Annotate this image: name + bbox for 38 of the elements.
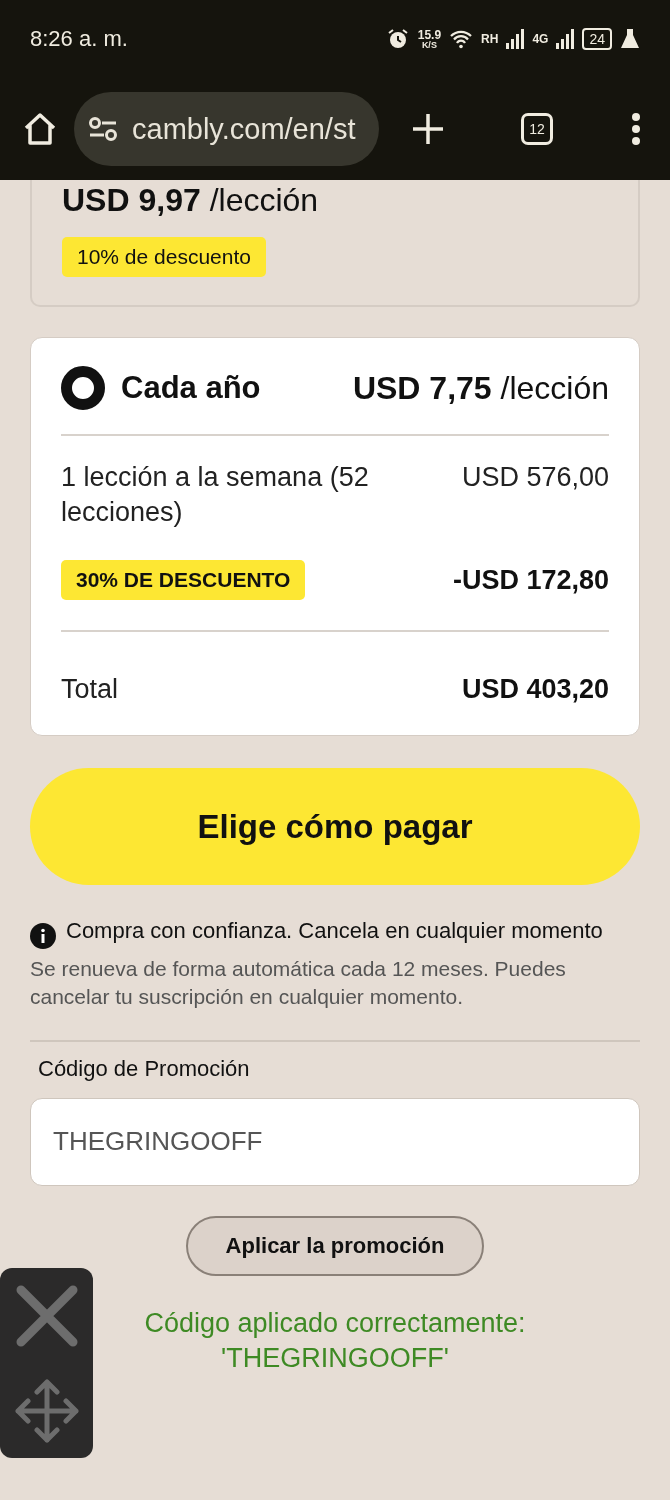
total-value: USD 403,20 — [461, 674, 609, 706]
signal-icon — [506, 29, 525, 49]
plan-price: USD 7,75 /lección — [352, 369, 609, 407]
address-bar[interactable]: cambly.com/en/st — [74, 92, 379, 166]
radio-button[interactable] — [61, 366, 105, 410]
url-text: cambly.com/en/st — [132, 112, 356, 146]
network-speed: 15.9 — [417, 28, 442, 41]
discount-badge: 30% DE DESCUENTO — [61, 560, 306, 601]
promo-code-field[interactable]: THEGRINGOOFF — [30, 1097, 640, 1186]
close-icon[interactable] — [14, 1283, 79, 1348]
network-label: 4G — [532, 33, 549, 45]
battery-level: 24 — [582, 28, 612, 50]
line-item-value: USD 576,00 — [461, 461, 609, 494]
speed-unit: K/S — [421, 40, 437, 50]
line-item-label: 1 lección a la semana (52 lecciones) — [61, 461, 370, 530]
confidence-text: Compra con confianza. Cancela en cualquier momento — [66, 917, 603, 945]
info-icon — [30, 923, 56, 950]
move-icon[interactable] — [14, 1378, 79, 1443]
total-label: Total — [61, 673, 119, 707]
discount-badge: 10% de descuento — [62, 237, 266, 277]
wifi-icon — [449, 29, 474, 49]
success-message: Código aplicado correctamente: 'THEGRINGOOFF' — [143, 1306, 527, 1375]
network-label: RH — [481, 33, 499, 45]
tab-count[interactable]: 12 — [521, 113, 553, 145]
plan-name: Cada año — [121, 370, 261, 406]
status-time: 8:26 a. m. — [30, 26, 128, 52]
discount-value: -USD 172,80 — [452, 564, 609, 596]
signal-icon — [556, 29, 575, 49]
new-tab-icon[interactable] — [411, 112, 445, 146]
promo-label: Código de Promoción — [37, 1055, 251, 1082]
site-settings-icon — [88, 116, 118, 142]
flask-icon — [620, 28, 640, 50]
home-icon[interactable] — [22, 111, 58, 147]
pay-button[interactable]: Elige cómo pagar — [30, 768, 640, 886]
plan-price: USD 9,97 /lección — [62, 182, 320, 219]
menu-icon[interactable] — [631, 112, 641, 146]
apply-promo-button[interactable]: Aplicar la promoción — [186, 1215, 484, 1276]
renewal-text: Se renueva de forma automática cada 12 meses. Puedes cancelar tu suscripción en cualquier momento. — [30, 956, 567, 1010]
